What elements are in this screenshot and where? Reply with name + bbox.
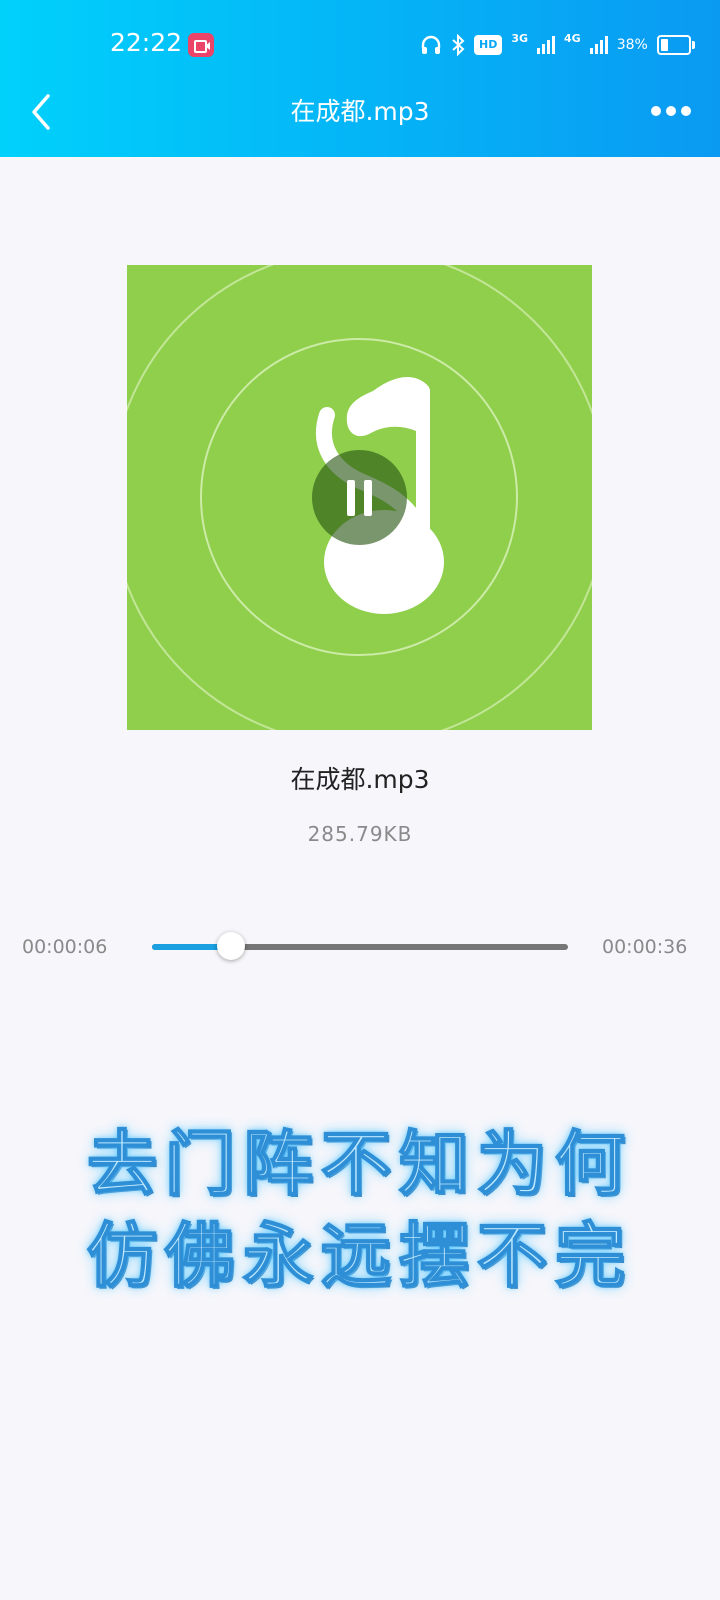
seek-bar-thumb[interactable] bbox=[217, 932, 246, 960]
screen-record-icon bbox=[188, 33, 214, 57]
app-header: 22:22 HD 3G 4G 38% 在成都.mp3 bbox=[0, 0, 720, 157]
network-type-2: 4G bbox=[564, 31, 581, 45]
elapsed-time: 00:00:06 bbox=[22, 936, 108, 958]
bluetooth-icon bbox=[452, 34, 465, 56]
back-button[interactable] bbox=[22, 90, 62, 134]
seek-bar[interactable] bbox=[152, 932, 568, 960]
lyrics-overlay: 去门阵不知为何 仿佛永远摆不完 bbox=[40, 1118, 680, 1302]
status-icons: HD 3G 4G 38% bbox=[420, 30, 710, 60]
signal-strength-icon bbox=[537, 36, 556, 54]
battery-icon bbox=[656, 35, 695, 55]
more-horizontal-icon bbox=[651, 106, 691, 116]
signal-strength-icon-2 bbox=[589, 36, 608, 54]
lyric-line-1: 去门阵不知为何 bbox=[86, 1121, 633, 1206]
battery-percent: 38% bbox=[616, 37, 648, 53]
page-title: 在成都.mp3 bbox=[290, 97, 430, 126]
status-bar: 22:22 HD 3G 4G 38% bbox=[0, 0, 720, 90]
headphones-icon bbox=[421, 35, 441, 54]
pause-icon-bar bbox=[364, 480, 372, 516]
chevron-left-icon bbox=[32, 94, 50, 130]
status-time: 22:22 bbox=[110, 28, 183, 57]
file-size: 285.79KB bbox=[307, 822, 413, 846]
network-type-1: 3G bbox=[511, 31, 529, 45]
total-duration: 00:00:36 bbox=[602, 936, 688, 958]
album-art bbox=[127, 265, 592, 730]
hd-voice-badge: HD bbox=[474, 35, 503, 55]
more-options-button[interactable] bbox=[646, 96, 696, 126]
lyric-line-2: 仿佛永远摆不完 bbox=[86, 1213, 633, 1298]
pause-button[interactable] bbox=[312, 450, 407, 545]
track-name: 在成都.mp3 bbox=[290, 765, 430, 794]
pause-icon bbox=[347, 480, 355, 516]
battery-level bbox=[660, 39, 669, 51]
